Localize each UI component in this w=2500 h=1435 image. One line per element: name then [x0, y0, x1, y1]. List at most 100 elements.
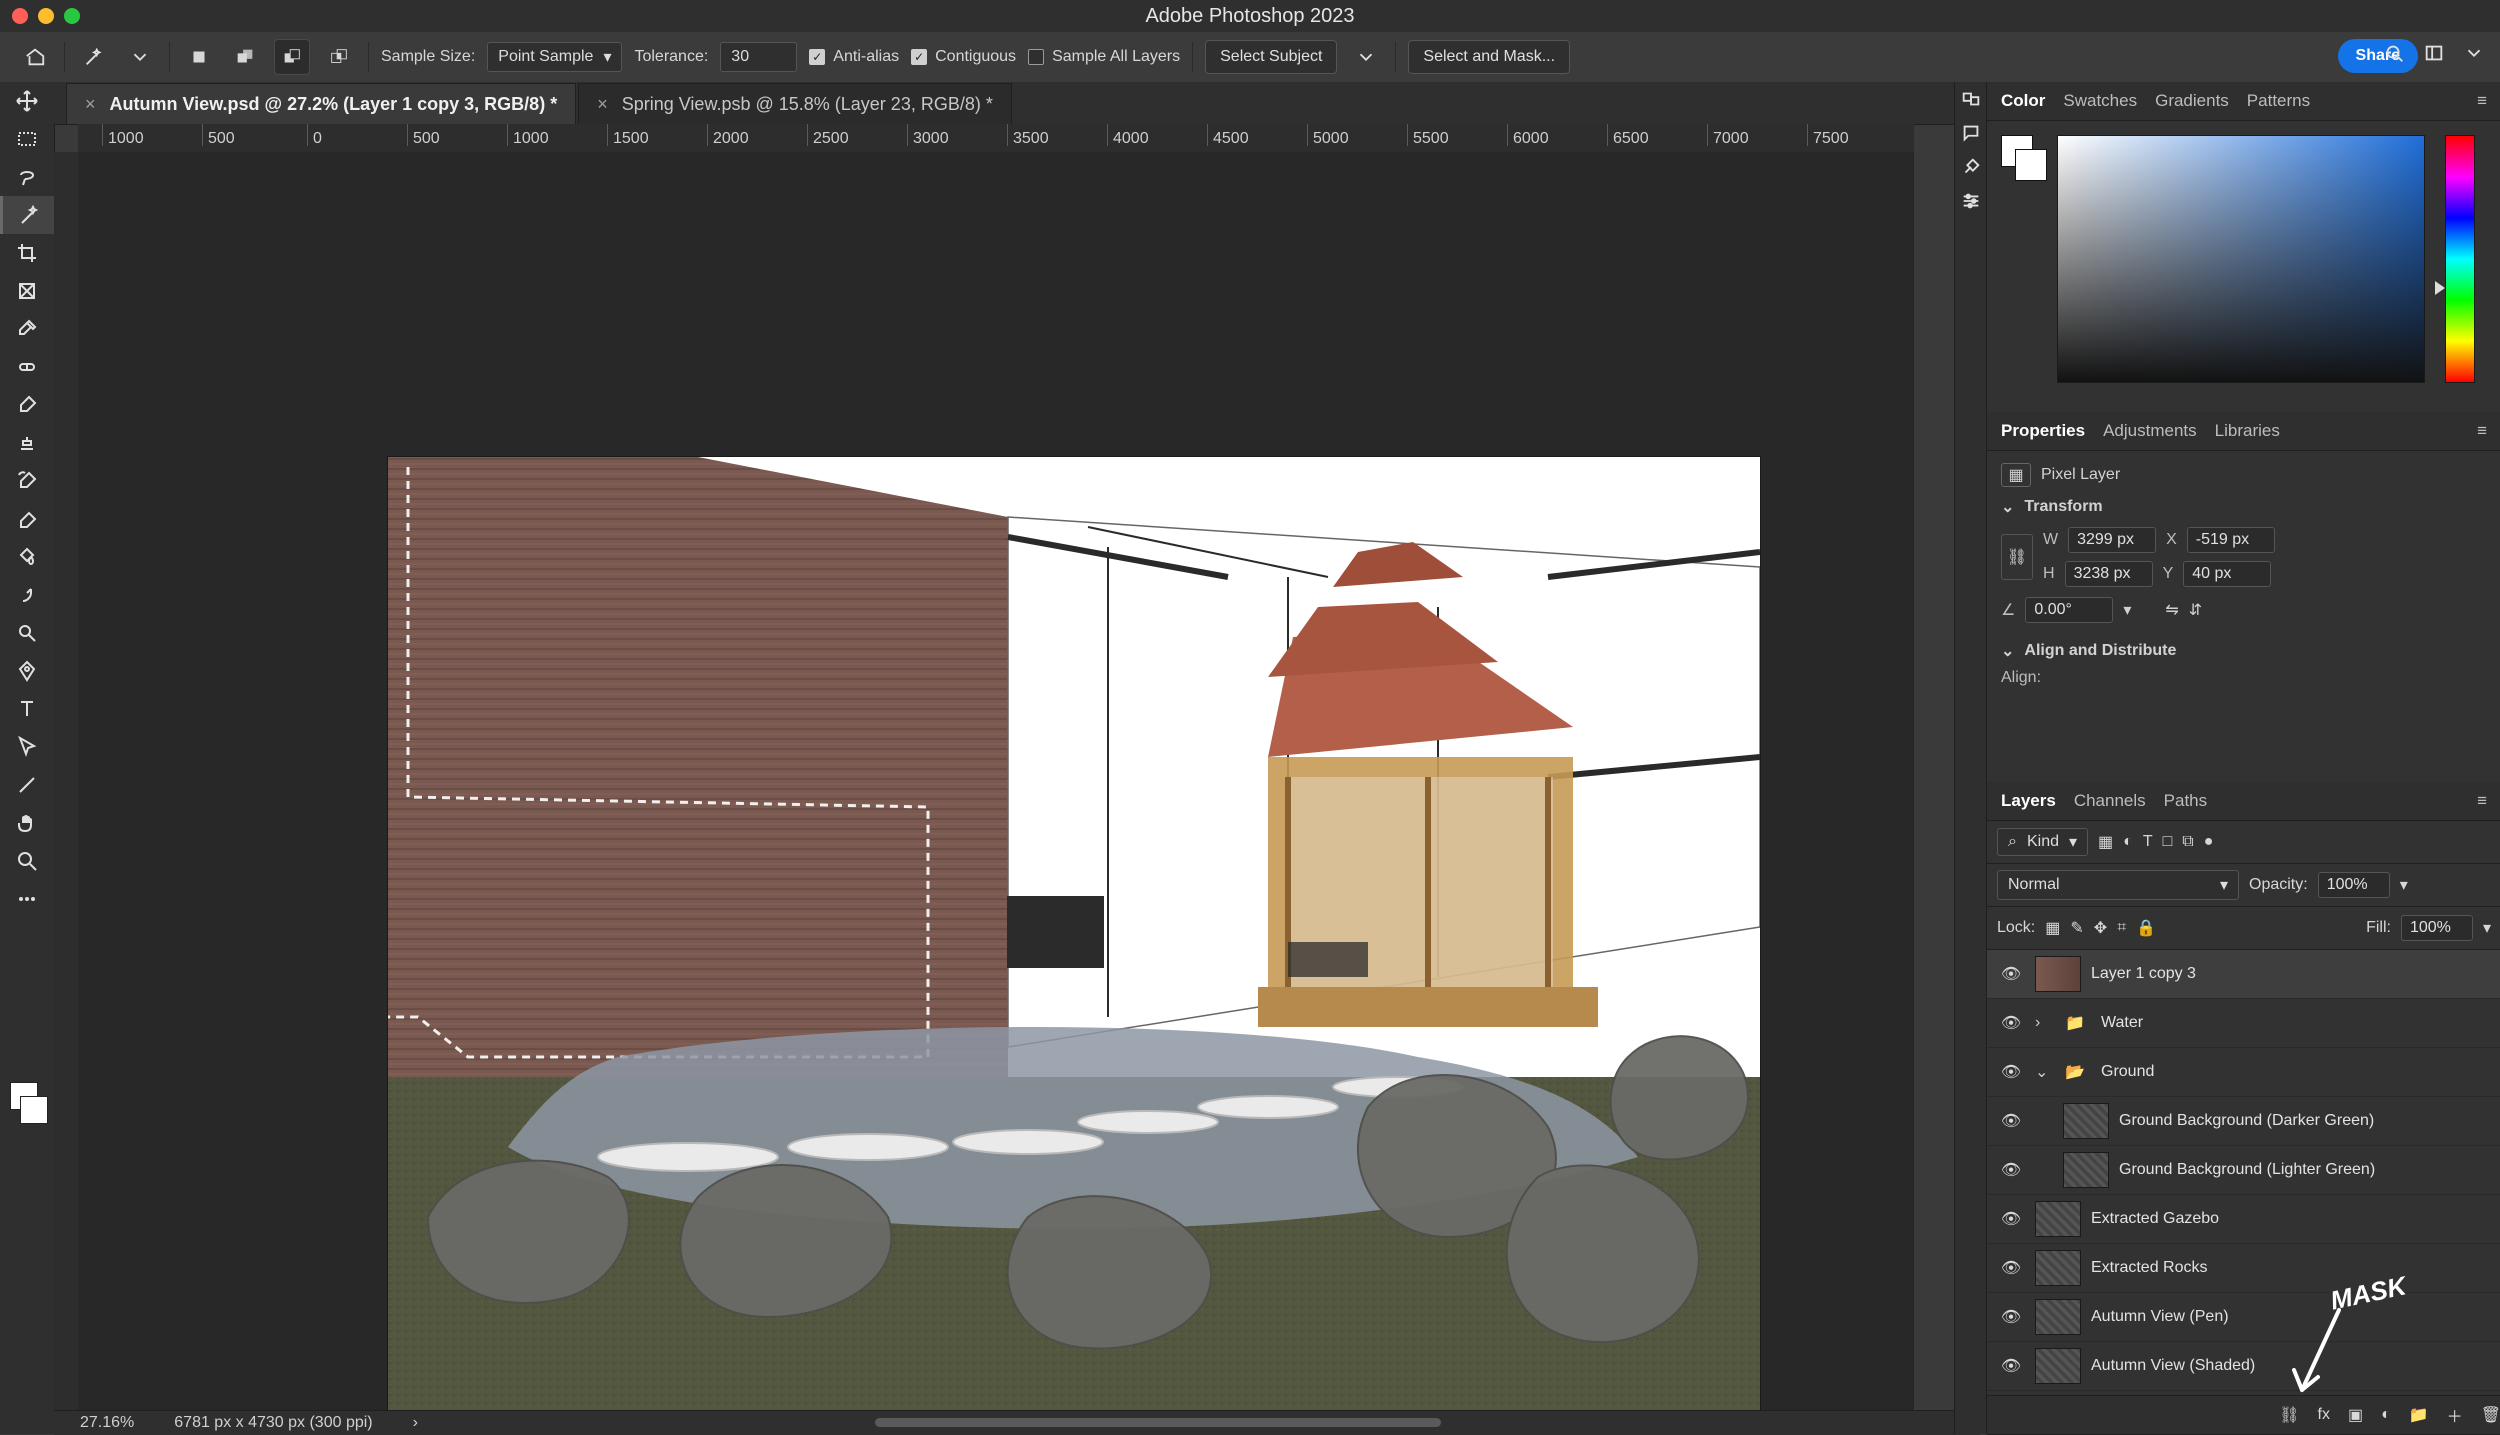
history-icon[interactable]	[1955, 82, 1987, 116]
sample-size-select[interactable]: Point Sample ▾	[487, 42, 623, 72]
contiguous-checkbox[interactable]: ✓ Contiguous	[911, 48, 1016, 66]
background-color-swatch[interactable]	[20, 1096, 48, 1124]
anti-alias-checkbox[interactable]: ✓ Anti-alias	[809, 48, 899, 66]
link-layers-icon[interactable]: ⛓	[2279, 1405, 2299, 1425]
document-tab-spring[interactable]: × Spring View.psb @ 15.8% (Layer 23, RGB…	[578, 83, 1012, 124]
marquee-tool-icon[interactable]	[0, 120, 54, 158]
selection-mode-intersect-icon[interactable]	[322, 40, 356, 74]
close-window-button[interactable]	[12, 8, 28, 24]
x-input[interactable]: -519 px	[2186, 527, 2275, 553]
saturation-value-field[interactable]	[2057, 135, 2425, 383]
layer-row[interactable]: 👁 Ground Background (Lighter Green)	[1987, 1146, 2500, 1195]
workspace-layout-icon[interactable]	[2420, 39, 2448, 67]
layer-row[interactable]: 👁 Autumn View (Pen)	[1987, 1293, 2500, 1342]
path-selection-tool-icon[interactable]	[0, 728, 54, 766]
type-tool-icon[interactable]	[0, 690, 54, 728]
select-and-mask-button[interactable]: Select and Mask...	[1408, 40, 1571, 74]
tab-libraries[interactable]: Libraries	[2215, 413, 2280, 449]
frame-tool-icon[interactable]	[0, 272, 54, 310]
move-tool-icon[interactable]	[0, 82, 54, 120]
flip-horizontal-icon[interactable]: ⇋	[2165, 600, 2178, 620]
select-subject-button[interactable]: Select Subject	[1205, 40, 1338, 74]
pen-tool-icon[interactable]	[0, 652, 54, 690]
layer-row[interactable]: 👁 Autumn View (Shaded)	[1987, 1342, 2500, 1391]
opacity-input[interactable]: 100%	[2317, 872, 2390, 898]
tab-color[interactable]: Color	[2001, 83, 2045, 119]
crop-tool-icon[interactable]	[0, 234, 54, 272]
line-tool-icon[interactable]	[0, 766, 54, 804]
chevron-down-icon[interactable]: ⌄	[2035, 1062, 2049, 1082]
adjustments-icon[interactable]	[1955, 184, 1987, 218]
layer-row[interactable]: 👁 Ground Background (Darker Green)	[1987, 1097, 2500, 1146]
fill-input[interactable]: 100%	[2400, 915, 2473, 941]
zoom-tool-icon[interactable]	[0, 842, 54, 880]
selection-mode-add-icon[interactable]	[228, 40, 262, 74]
select-subject-dropdown-icon[interactable]	[1349, 40, 1383, 74]
visibility-eye-icon[interactable]: 👁	[1997, 1160, 2025, 1180]
magic-wand-tool-icon[interactable]	[0, 196, 57, 234]
link-icon[interactable]: ⛓	[2001, 534, 2033, 580]
magic-wand-icon[interactable]	[77, 40, 111, 74]
tolerance-input[interactable]: 30	[720, 42, 798, 72]
lock-artboard-icon[interactable]: ⌗	[2117, 919, 2126, 937]
panel-menu-icon[interactable]: ≡	[2477, 91, 2487, 111]
status-chevron-right-icon[interactable]: ›	[413, 1414, 418, 1432]
visibility-eye-icon[interactable]: 👁	[1997, 964, 2025, 984]
tab-adjustments[interactable]: Adjustments	[2103, 413, 2197, 449]
new-group-icon[interactable]: 📁	[2409, 1405, 2429, 1425]
history-brush-tool-icon[interactable]	[0, 462, 54, 500]
angle-dropdown-icon[interactable]: ▾	[2123, 600, 2131, 620]
filter-smartobject-icon[interactable]: ⧉	[2182, 833, 2193, 851]
transform-section[interactable]: ⌄ Transform	[2001, 497, 2487, 517]
blend-mode-select[interactable]: Normal ▾	[1997, 870, 2239, 900]
dodge-tool-icon[interactable]	[0, 614, 54, 652]
document-canvas[interactable]	[388, 457, 1760, 1412]
eraser-tool-icon[interactable]	[0, 500, 54, 538]
home-icon[interactable]	[18, 40, 52, 74]
tab-patterns[interactable]: Patterns	[2247, 83, 2310, 119]
panel-menu-icon[interactable]: ≡	[2477, 791, 2487, 811]
tool-preset-dropdown-icon[interactable]	[123, 40, 157, 74]
filter-adjustment-icon[interactable]: ◐	[2123, 833, 2133, 851]
opacity-dropdown-icon[interactable]: ▾	[2400, 875, 2408, 895]
align-section[interactable]: ⌄ Align and Distribute	[2001, 641, 2487, 661]
paint-bucket-tool-icon[interactable]	[0, 538, 54, 576]
layer-row[interactable]: 👁 ⌄ 📂 Ground	[1987, 1048, 2500, 1097]
horizontal-scrollbar[interactable]	[875, 1418, 1441, 1427]
layer-filter-select[interactable]: ⌕ Kind ▾	[1997, 828, 2089, 856]
brushes-icon[interactable]	[1955, 150, 1987, 184]
width-input[interactable]: 3299 px	[2068, 527, 2157, 553]
filter-type-icon[interactable]: T	[2143, 833, 2153, 851]
close-icon[interactable]: ×	[597, 94, 608, 115]
tab-properties[interactable]: Properties	[2001, 413, 2085, 449]
lock-all-icon[interactable]: 🔒	[2136, 918, 2156, 938]
workspace-dropdown-icon[interactable]	[2460, 39, 2488, 67]
flip-vertical-icon[interactable]: ⇵	[2189, 600, 2202, 620]
filter-pixel-icon[interactable]: ▦	[2098, 832, 2113, 852]
search-icon[interactable]	[2380, 39, 2408, 67]
panel-menu-icon[interactable]: ≡	[2477, 421, 2487, 441]
document-tab-autumn[interactable]: × Autumn View.psd @ 27.2% (Layer 1 copy …	[66, 83, 577, 124]
chevron-right-icon[interactable]: ›	[2035, 1014, 2049, 1032]
comments-icon[interactable]	[1955, 116, 1987, 150]
color-picker[interactable]	[1987, 121, 2500, 421]
layer-row[interactable]: 👁 Extracted Rocks	[1987, 1244, 2500, 1293]
new-layer-icon[interactable]: ＋	[2447, 1403, 2463, 1427]
lock-position-icon[interactable]: ✥	[2094, 918, 2107, 938]
visibility-eye-icon[interactable]: 👁	[1997, 1307, 2025, 1327]
visibility-eye-icon[interactable]: 👁	[1997, 1111, 2025, 1131]
tab-channels[interactable]: Channels	[2074, 783, 2146, 819]
more-tools-icon[interactable]	[0, 880, 54, 918]
fill-dropdown-icon[interactable]: ▾	[2483, 918, 2491, 938]
visibility-eye-icon[interactable]: 👁	[1997, 1013, 2025, 1033]
tab-layers[interactable]: Layers	[2001, 783, 2056, 819]
height-input[interactable]: 3238 px	[2064, 561, 2153, 587]
hue-slider[interactable]	[2445, 135, 2475, 383]
tab-swatches[interactable]: Swatches	[2063, 83, 2137, 119]
fx-icon[interactable]: fx	[2318, 1406, 2330, 1424]
adjustment-layer-icon[interactable]: ◐	[2381, 1406, 2391, 1424]
minimize-window-button[interactable]	[38, 8, 54, 24]
hand-tool-icon[interactable]	[0, 804, 54, 842]
lock-image-icon[interactable]: ✎	[2070, 918, 2083, 938]
add-mask-icon[interactable]: ▣	[2348, 1405, 2363, 1425]
